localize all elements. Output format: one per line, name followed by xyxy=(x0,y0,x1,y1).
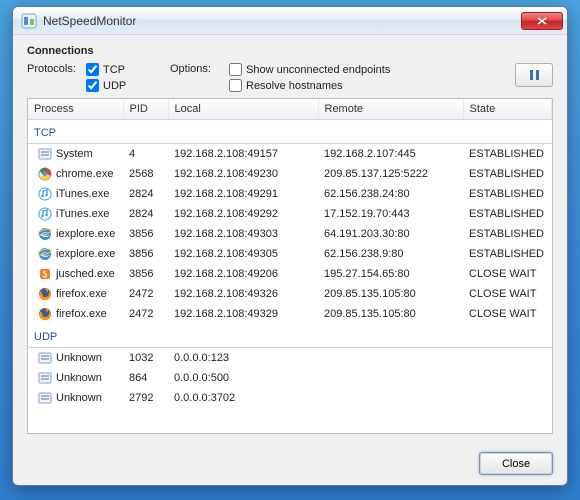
process-name: chrome.exe xyxy=(56,166,113,182)
ie-icon xyxy=(38,227,52,241)
window-close-button[interactable] xyxy=(521,12,563,30)
firefox-icon xyxy=(38,287,52,301)
app-icon xyxy=(38,391,52,405)
process-name: jusched.exe xyxy=(56,266,115,282)
protocols-label: Protocols: xyxy=(27,63,82,75)
table-row[interactable]: chrome.exe2568192.168.2.108:49230209.85.… xyxy=(28,164,552,184)
process-name: firefox.exe xyxy=(56,306,107,322)
udp-checkbox-label: UDP xyxy=(103,80,126,92)
tcp-checkbox-label: TCP xyxy=(103,64,125,76)
show-unconnected-label: Show unconnected endpoints xyxy=(246,64,390,76)
table-row[interactable]: iTunes.exe2824192.168.2.108:4929217.152.… xyxy=(28,204,552,224)
app-icon xyxy=(38,147,52,161)
col-pid[interactable]: PID xyxy=(123,99,168,120)
process-name: Unknown xyxy=(56,350,102,366)
app-window: NetSpeedMonitor Connections Protocols: T… xyxy=(12,6,568,486)
col-remote[interactable]: Remote xyxy=(318,99,463,120)
process-name: firefox.exe xyxy=(56,286,107,302)
table-row[interactable]: Unknown27920.0.0.0:3702 xyxy=(28,388,552,408)
process-name: iexplore.exe xyxy=(56,246,115,262)
dialog-footer: Close xyxy=(13,444,567,485)
app-icon xyxy=(38,351,52,365)
table-row[interactable]: iexplore.exe3856192.168.2.108:4930562.15… xyxy=(28,244,552,264)
connections-heading: Connections xyxy=(27,45,553,57)
col-process[interactable]: Process xyxy=(28,99,123,120)
app-icon xyxy=(38,371,52,385)
udp-checkbox[interactable]: UDP xyxy=(86,79,166,92)
table-header-row: Process PID Local Remote State xyxy=(28,99,552,120)
table-row[interactable]: iexplore.exe3856192.168.2.108:4930364.19… xyxy=(28,224,552,244)
ie-icon xyxy=(38,247,52,261)
table-row[interactable]: iTunes.exe2824192.168.2.108:4929162.156.… xyxy=(28,184,552,204)
process-name: iTunes.exe xyxy=(56,206,109,222)
tcp-checkbox[interactable]: TCP xyxy=(86,63,166,76)
itunes-icon xyxy=(38,187,52,201)
options-label: Options: xyxy=(170,63,225,75)
table-row[interactable]: firefox.exe2472192.168.2.108:49326209.85… xyxy=(28,284,552,304)
process-name: iexplore.exe xyxy=(56,226,115,242)
process-name: iTunes.exe xyxy=(56,186,109,202)
table-row[interactable]: firefox.exe2472192.168.2.108:49329209.85… xyxy=(28,304,552,324)
close-button[interactable]: Close xyxy=(479,452,553,475)
group-row: TCP xyxy=(28,120,552,144)
titlebar: NetSpeedMonitor xyxy=(13,7,567,35)
table-row[interactable]: Unknown10320.0.0.0:123 xyxy=(28,348,552,369)
resolve-hostnames-label: Resolve hostnames xyxy=(246,80,343,92)
process-name: Unknown xyxy=(56,370,102,386)
col-local[interactable]: Local xyxy=(168,99,318,120)
table-row[interactable]: Unknown8640.0.0.0:500 xyxy=(28,368,552,388)
process-name: Unknown xyxy=(56,390,102,406)
window-title: NetSpeedMonitor xyxy=(43,14,515,28)
app-icon xyxy=(21,13,37,29)
connections-table: Process PID Local Remote State TCPSystem… xyxy=(28,99,552,408)
content-area: Connections Protocols: TCP UDP Options: … xyxy=(13,35,567,444)
table-row[interactable]: jusched.exe3856192.168.2.108:49206195.27… xyxy=(28,264,552,284)
options-row: Protocols: TCP UDP Options: Show unconne… xyxy=(27,63,553,92)
java-icon xyxy=(38,267,52,281)
chrome-icon xyxy=(38,167,52,181)
itunes-icon xyxy=(38,207,52,221)
connections-listview[interactable]: Process PID Local Remote State TCPSystem… xyxy=(27,98,553,434)
pause-button[interactable] xyxy=(515,63,553,87)
table-row[interactable]: System4192.168.2.108:49157192.168.2.107:… xyxy=(28,144,552,165)
resolve-hostnames-checkbox[interactable]: Resolve hostnames xyxy=(229,79,511,92)
pause-icon xyxy=(530,70,533,80)
show-unconnected-checkbox[interactable]: Show unconnected endpoints xyxy=(229,63,511,76)
process-name: System xyxy=(56,146,93,162)
col-state[interactable]: State xyxy=(463,99,552,120)
group-row: UDP xyxy=(28,324,552,348)
firefox-icon xyxy=(38,307,52,321)
close-icon xyxy=(537,17,547,25)
